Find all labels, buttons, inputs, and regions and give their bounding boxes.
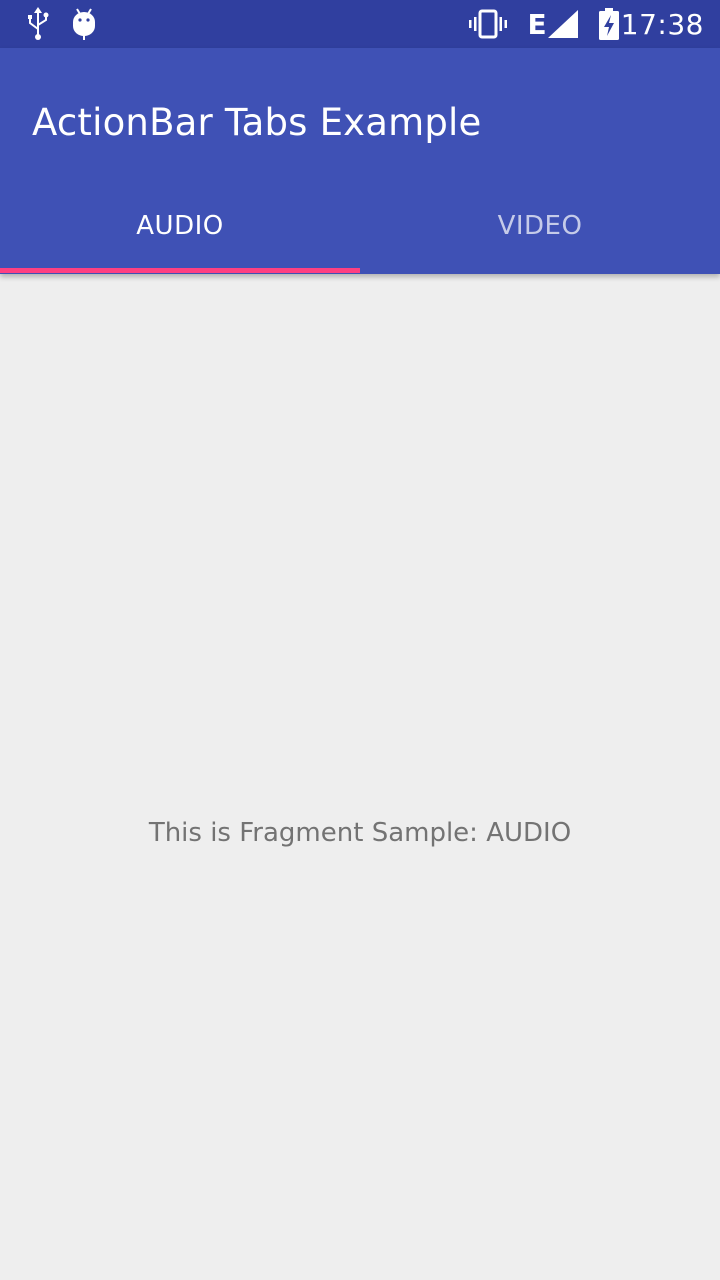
status-time: 17:38 — [620, 8, 704, 41]
battery-charging-icon — [597, 0, 621, 48]
tab-indicator — [0, 268, 360, 273]
screen: E 17:38 ActionBar Tabs Example AUDIO VID… — [0, 0, 720, 1280]
app-bar: ActionBar Tabs Example AUDIO VIDEO — [0, 48, 720, 274]
fragment-content: This is Fragment Sample: AUDIO — [0, 274, 720, 1280]
network-e-icon: E — [527, 7, 547, 41]
app-title: ActionBar Tabs Example — [32, 101, 482, 144]
vibrate-icon — [468, 0, 508, 48]
tab-bar: AUDIO VIDEO — [0, 178, 720, 274]
fragment-text: This is Fragment Sample: AUDIO — [148, 818, 572, 848]
android-debug-icon — [70, 0, 98, 48]
tab-video[interactable]: VIDEO — [360, 178, 720, 274]
signal-icon — [548, 0, 578, 48]
usb-icon — [24, 0, 52, 48]
tab-audio[interactable]: AUDIO — [0, 178, 360, 274]
status-bar: E 17:38 — [0, 0, 720, 48]
